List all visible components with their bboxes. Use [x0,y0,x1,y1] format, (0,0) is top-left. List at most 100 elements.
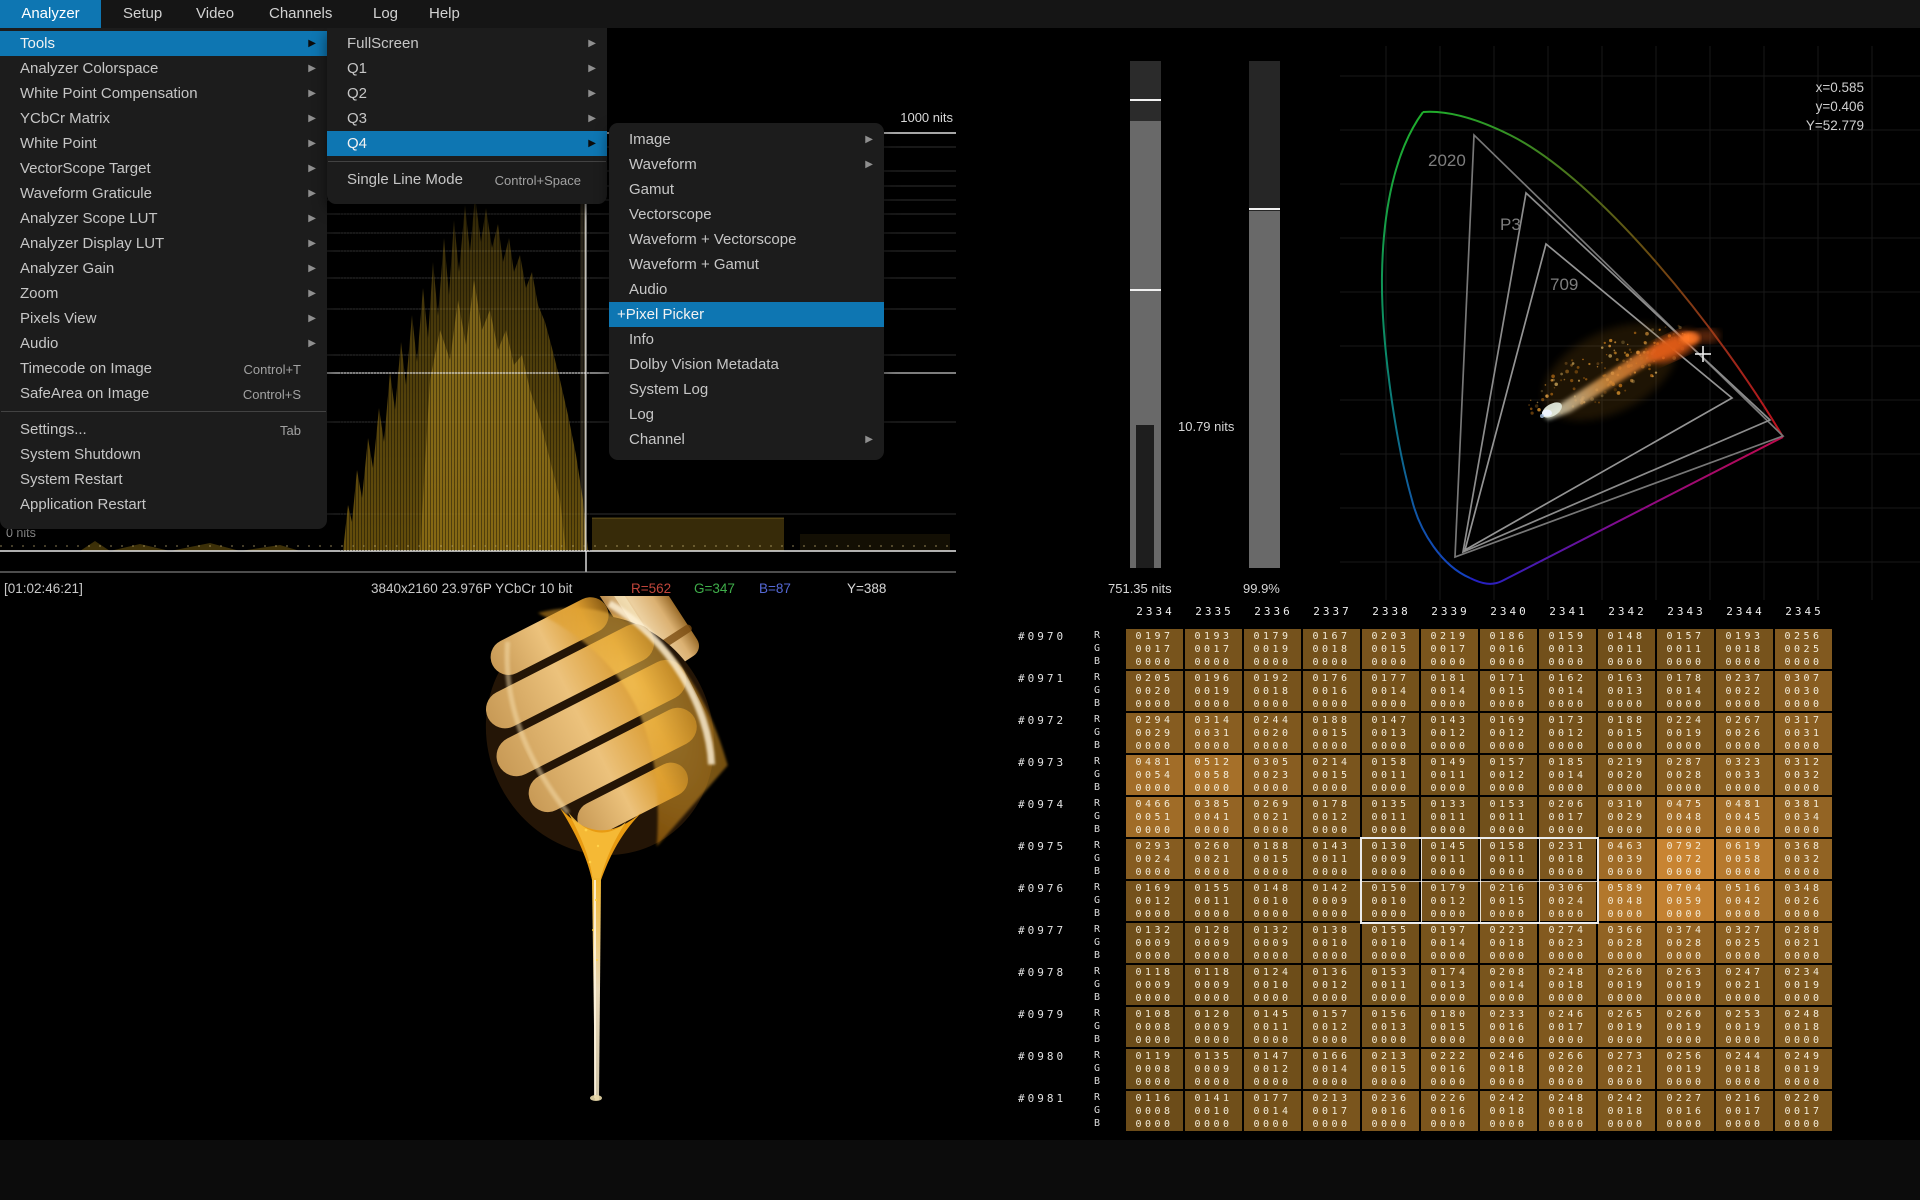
pixel-cell-2336-0971[interactable]: 019200180000 [1244,671,1301,711]
menu-item-vectorscope[interactable]: Vectorscope [609,202,884,227]
pixel-cell-2342-0971[interactable]: 016300130000 [1598,671,1655,711]
pixel-cell-2339-0972[interactable]: 014300120000 [1421,713,1478,753]
menu-item-analyzer-display-lut[interactable]: Analyzer Display LUT▶ [0,231,327,256]
pixel-cell-2335-0975[interactable]: 026000210000 [1185,839,1242,879]
menu-item-image[interactable]: Image▶ [609,127,884,152]
pixel-cell-2336-0980[interactable]: 014700120000 [1244,1049,1301,1089]
pixel-cell-2334-0973[interactable]: 048100540000 [1126,755,1183,795]
menu-item-ycbcr-matrix[interactable]: YCbCr Matrix▶ [0,106,327,131]
pixel-cell-2334-0980[interactable]: 011900080000 [1126,1049,1183,1089]
menubar-item-setup[interactable]: Setup [112,0,173,28]
pixel-cell-2343-0980[interactable]: 025600190000 [1657,1049,1714,1089]
pixel-cell-2339-0978[interactable]: 017400130000 [1421,965,1478,1005]
menu-item-waveform[interactable]: Waveform▶ [609,152,884,177]
pixel-cell-2338-0978[interactable]: 015300110000 [1362,965,1419,1005]
pixel-cell-2345-0979[interactable]: 024800180000 [1775,1007,1832,1047]
pixel-cell-2339-0971[interactable]: 018100140000 [1421,671,1478,711]
menubar-item-analyzer[interactable]: Analyzer [0,0,101,28]
pixel-cell-2345-0972[interactable]: 031700310000 [1775,713,1832,753]
menu-item-single-line-mode[interactable]: Single Line ModeControl+Space [327,167,607,192]
pixel-cell-2343-0970[interactable]: 015700110000 [1657,629,1714,669]
pixel-cell-2338-0981[interactable]: 023600160000 [1362,1091,1419,1131]
pixel-cell-2335-0981[interactable]: 014100100000 [1185,1091,1242,1131]
menu-item-system-restart[interactable]: System Restart [0,467,327,492]
video-image-honey-dipper[interactable] [400,596,840,1106]
pixel-cell-2337-0981[interactable]: 021300170000 [1303,1091,1360,1131]
pixel-cell-2336-0973[interactable]: 030500230000 [1244,755,1301,795]
pixel-cell-2343-0971[interactable]: 017800140000 [1657,671,1714,711]
pixel-cell-2345-0974[interactable]: 038100340000 [1775,797,1832,837]
pixel-cell-2336-0981[interactable]: 017700140000 [1244,1091,1301,1131]
menu-item-q4[interactable]: Q4▶ [327,131,607,156]
menu-item-settings[interactable]: Settings...Tab [0,417,327,442]
pixel-cell-2334-0981[interactable]: 011600080000 [1126,1091,1183,1131]
pixel-cell-2344-0972[interactable]: 026700260000 [1716,713,1773,753]
pixel-cell-2341-0977[interactable]: 027400230000 [1539,923,1596,963]
menu-item-white-point-compensation[interactable]: White Point Compensation▶ [0,81,327,106]
pixel-cell-2344-0971[interactable]: 023700220000 [1716,671,1773,711]
pixel-cell-2334-0976[interactable]: 016900120000 [1126,881,1183,921]
menu-item-waveform-gamut[interactable]: Waveform + Gamut [609,252,884,277]
menu-item-white-point[interactable]: White Point▶ [0,131,327,156]
menu-item-zoom[interactable]: Zoom▶ [0,281,327,306]
pixel-cell-2338-0977[interactable]: 015500100000 [1362,923,1419,963]
pixel-cell-2341-0980[interactable]: 026600200000 [1539,1049,1596,1089]
pixel-cell-2345-0980[interactable]: 024900190000 [1775,1049,1832,1089]
menu-item-analyzer-scope-lut[interactable]: Analyzer Scope LUT▶ [0,206,327,231]
pixel-cell-2342-0980[interactable]: 027300210000 [1598,1049,1655,1089]
pixel-cell-2335-0972[interactable]: 031400310000 [1185,713,1242,753]
pixel-cell-2344-0973[interactable]: 032300330000 [1716,755,1773,795]
menu-item-pixels-view[interactable]: Pixels View▶ [0,306,327,331]
pixel-cell-2341-0972[interactable]: 017300120000 [1539,713,1596,753]
menu-item-q2[interactable]: Q2▶ [327,81,607,106]
pixel-cell-2336-0978[interactable]: 012400100000 [1244,965,1301,1005]
pixel-cell-2337-0976[interactable]: 014200090000 [1303,881,1360,921]
pixel-cell-2345-0978[interactable]: 023400190000 [1775,965,1832,1005]
pixel-cell-2337-0975[interactable]: 014300110000 [1303,839,1360,879]
pixel-cell-2337-0970[interactable]: 016700180000 [1303,629,1360,669]
menu-item-tools[interactable]: Tools▶ [0,31,327,56]
pixel-cell-2345-0975[interactable]: 036800320000 [1775,839,1832,879]
pixel-cell-2340-0974[interactable]: 015300110000 [1480,797,1537,837]
pixel-cell-2340-0971[interactable]: 017100150000 [1480,671,1537,711]
pixel-cell-2345-0970[interactable]: 025600250000 [1775,629,1832,669]
pixel-cell-2339-0974[interactable]: 013300110000 [1421,797,1478,837]
pixel-cell-2342-0978[interactable]: 026000190000 [1598,965,1655,1005]
pixel-cell-2335-0971[interactable]: 019600190000 [1185,671,1242,711]
pixel-cell-2339-0975[interactable]: 014500110000 [1421,839,1478,879]
pixel-cell-2339-0981[interactable]: 022600160000 [1421,1091,1478,1131]
pixel-cell-2342-0979[interactable]: 026500190000 [1598,1007,1655,1047]
pixel-cell-2342-0981[interactable]: 024200180000 [1598,1091,1655,1131]
pixel-cell-2343-0972[interactable]: 022400190000 [1657,713,1714,753]
pixel-cell-2341-0971[interactable]: 016200140000 [1539,671,1596,711]
pixel-cell-2338-0976[interactable]: 015000100000 [1362,881,1419,921]
pixel-cell-2336-0979[interactable]: 014500110000 [1244,1007,1301,1047]
pixel-cell-2334-0975[interactable]: 029300240000 [1126,839,1183,879]
menu-item-q3[interactable]: Q3▶ [327,106,607,131]
menu-item-timecode-on-image[interactable]: Timecode on ImageControl+T [0,356,327,381]
pixel-cell-2344-0975[interactable]: 061900580000 [1716,839,1773,879]
menubar-item-video[interactable]: Video [185,0,245,28]
pixel-cell-2344-0981[interactable]: 021600170000 [1716,1091,1773,1131]
pixel-cell-2344-0978[interactable]: 024700210000 [1716,965,1773,1005]
pixel-cell-2341-0970[interactable]: 015900130000 [1539,629,1596,669]
pixel-cell-2345-0977[interactable]: 028800210000 [1775,923,1832,963]
pixel-cell-2343-0979[interactable]: 026000190000 [1657,1007,1714,1047]
pixel-cell-2341-0976[interactable]: 030600240000 [1539,881,1596,921]
menu-item-system-shutdown[interactable]: System Shutdown [0,442,327,467]
pixel-cell-2340-0980[interactable]: 024600180000 [1480,1049,1537,1089]
pixel-cell-2337-0972[interactable]: 018800150000 [1303,713,1360,753]
pixel-cell-2337-0973[interactable]: 021400150000 [1303,755,1360,795]
menu-item-info[interactable]: Info [609,327,884,352]
pixel-cell-2341-0981[interactable]: 024800180000 [1539,1091,1596,1131]
pixel-cell-2340-0978[interactable]: 020800140000 [1480,965,1537,1005]
menu-item-q1[interactable]: Q1▶ [327,56,607,81]
menu-item-system-log[interactable]: System Log [609,377,884,402]
pixel-cell-2340-0979[interactable]: 023300160000 [1480,1007,1537,1047]
pixel-cell-2343-0975[interactable]: 079200720000 [1657,839,1714,879]
pixel-cell-2337-0980[interactable]: 016600140000 [1303,1049,1360,1089]
pixel-cell-2335-0976[interactable]: 015500110000 [1185,881,1242,921]
pixel-cell-2342-0976[interactable]: 058900480000 [1598,881,1655,921]
pixel-cell-2334-0974[interactable]: 046600510000 [1126,797,1183,837]
pixel-cell-2336-0970[interactable]: 017900190000 [1244,629,1301,669]
